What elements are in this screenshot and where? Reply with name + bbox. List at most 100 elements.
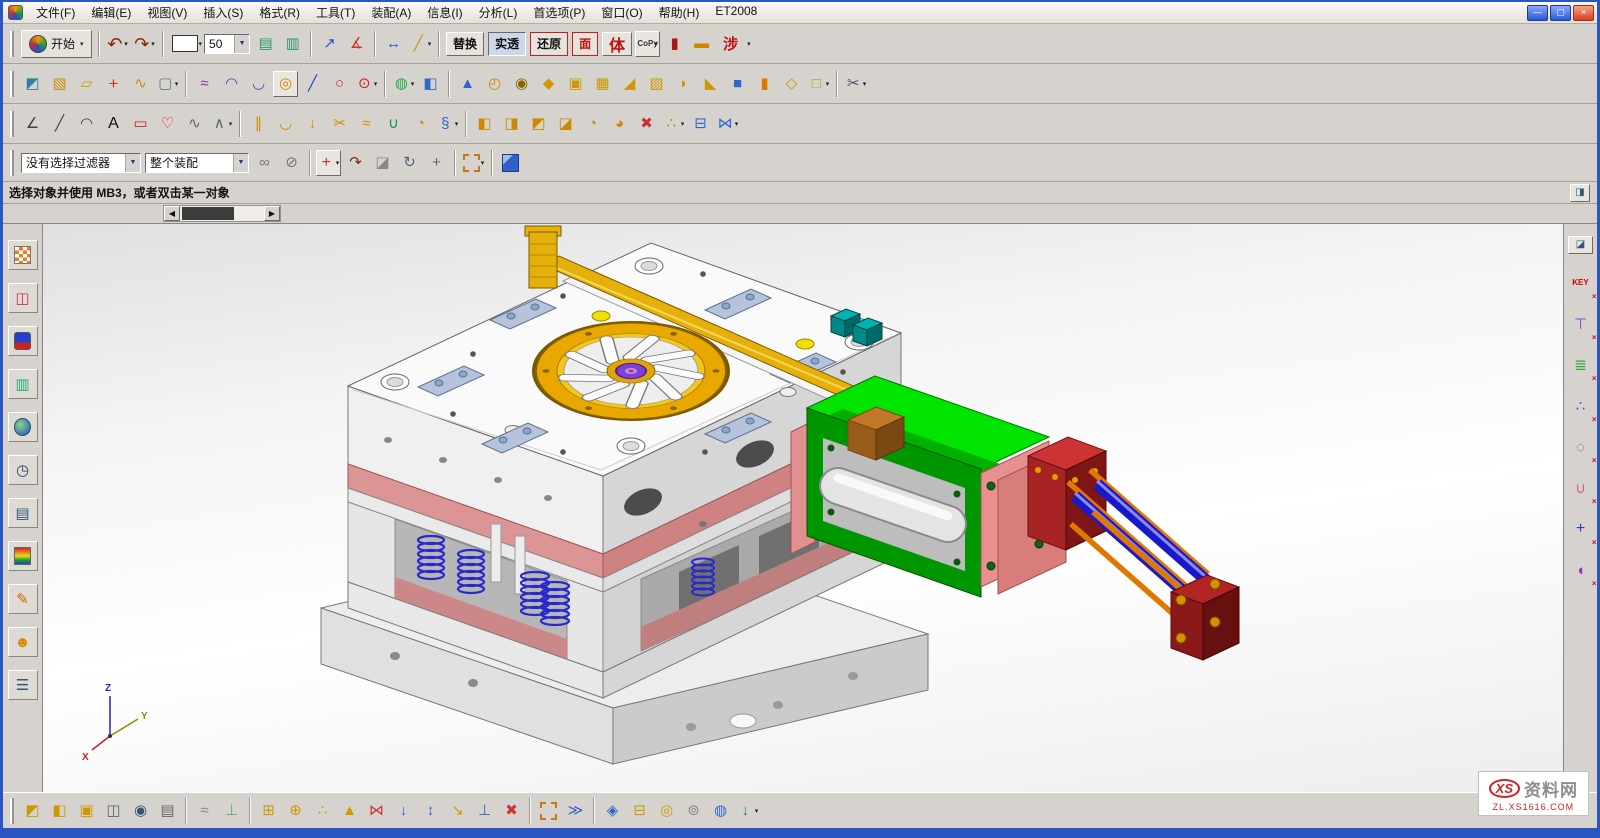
helix-icon[interactable]: §▾ [435, 111, 460, 137]
promote-body-icon[interactable]: ▲ [337, 798, 362, 824]
roles-icon[interactable]: ☻ [8, 627, 38, 657]
extrude-icon[interactable]: ▲ [455, 71, 480, 97]
web-browser-icon[interactable] [8, 412, 38, 442]
measure-vector-icon[interactable]: ↗ [317, 31, 342, 57]
blend-icon[interactable]: ◗ [671, 71, 696, 97]
display-color-swatch[interactable] [172, 35, 198, 52]
assembly-constraints-icon[interactable]: ⊥ [472, 798, 497, 824]
layer-stack-icon[interactable]: ▤ [253, 31, 278, 57]
resource-toggle-button[interactable]: ◪ [1568, 236, 1593, 254]
open-component-icon[interactable]: ◧ [47, 798, 72, 824]
start-caret[interactable]: ▾ [80, 40, 84, 48]
new-component-icon[interactable]: ⊕ [283, 798, 308, 824]
touch-mode-icon[interactable]: ☰ [8, 670, 38, 700]
part-shape-icon[interactable]: ◖× [1568, 558, 1594, 582]
menu-item-insert[interactable]: 插入(S) [195, 2, 251, 23]
cylinder-icon[interactable]: ▮ [752, 71, 777, 97]
scroll-thumb[interactable] [182, 207, 234, 220]
interference-caret[interactable]: ▾ [747, 40, 751, 48]
rotate-view-icon[interactable]: ↷ [343, 150, 368, 176]
toolbar-grip[interactable] [10, 111, 15, 137]
close-button[interactable]: × [1573, 5, 1594, 21]
component-preview-icon[interactable]: ◉ [128, 798, 153, 824]
menu-item-edit[interactable]: 编辑(E) [83, 2, 139, 23]
classify-icon[interactable]: ▤ [155, 798, 180, 824]
app-icon[interactable] [8, 5, 23, 20]
first-aid-icon-close[interactable]: × [1592, 538, 1597, 547]
rect-select-icon-caret[interactable]: ▾ [481, 159, 485, 167]
graphics-viewport[interactable]: Z Y X [43, 224, 1563, 792]
draft-icon[interactable]: ◢ [617, 71, 642, 97]
translucent-button[interactable]: 实透 [488, 32, 526, 56]
rectangle-icon[interactable]: ▭ [128, 111, 153, 137]
no-link-icon[interactable]: ⊘ [279, 150, 304, 176]
face-button[interactable]: 面 [572, 32, 598, 56]
pad-icon[interactable]: ▦ [590, 71, 615, 97]
sample-tube-icon-close[interactable]: × [1592, 497, 1597, 506]
cross-section-icon[interactable]: ⊟ [688, 111, 713, 137]
part-shape-icon-close[interactable]: × [1592, 579, 1597, 588]
interference-icon[interactable]: ◈ [600, 798, 625, 824]
menu-item-et2008[interactable]: ET2008 [707, 2, 765, 23]
move-face-icon[interactable]: ◧ [472, 111, 497, 137]
mirror-face-icon[interactable]: ⋈▾ [715, 111, 740, 137]
constraint-navigator-icon[interactable]: ◫ [8, 283, 38, 313]
component-window-icon[interactable]: ▣ [74, 798, 99, 824]
fit-curve-icon[interactable]: ∿ [182, 111, 207, 137]
mirror-assembly-icon[interactable]: ⋈ [364, 798, 389, 824]
join-curve-icon[interactable]: ∪ [381, 111, 406, 137]
clearance-icon[interactable]: ⊟ [627, 798, 652, 824]
measure-distance-icon[interactable]: ↔ [381, 31, 406, 57]
resize-blend-icon[interactable]: ◔ [580, 111, 605, 137]
reuse-library-icon[interactable]: ▥ [8, 369, 38, 399]
intersect-icon[interactable]: ◧ [418, 71, 443, 97]
start-button[interactable]: 开始 ▾ [21, 30, 92, 58]
ruler-icon[interactable]: ╱▾ [408, 31, 433, 57]
locating-ring[interactable] [532, 321, 730, 421]
pattern-face-icon[interactable]: ∴▾ [661, 111, 686, 137]
measure-icon[interactable]: ⊥ [219, 798, 244, 824]
replace-button[interactable]: 替换 [446, 32, 484, 56]
replace-face-icon[interactable]: ◪ [553, 111, 578, 137]
circle-icon[interactable]: ○ [327, 71, 352, 97]
orbit-icon[interactable]: ↻ [397, 150, 422, 176]
work-layer-field[interactable]: 50 ▼ [204, 34, 250, 54]
body-button[interactable]: 体 [602, 32, 632, 56]
minimize-button[interactable]: — [1527, 5, 1548, 21]
arc-curve-icon[interactable]: ◠ [219, 71, 244, 97]
block-icon-caret[interactable]: ▾ [826, 80, 830, 88]
pin-tool-icon-close[interactable]: × [1592, 333, 1597, 342]
menu-item-file[interactable]: 文件(F) [28, 2, 83, 23]
mirror-face-icon-caret[interactable]: ▾ [735, 120, 739, 128]
trim-body-icon[interactable]: ✂▾ [843, 71, 868, 97]
trim-body-icon-caret[interactable]: ▾ [863, 80, 867, 88]
color-caret[interactable]: ▾ [199, 40, 203, 48]
sphere-group-icon[interactable]: ∴× [1568, 394, 1594, 418]
selection-scope-combo[interactable]: 整个装配 ▼ [145, 153, 249, 173]
shell-icon[interactable]: ▨ [644, 71, 669, 97]
move-component-icon[interactable]: ↘ [445, 798, 470, 824]
patch-body-icon[interactable]: ▬ [689, 31, 714, 57]
undo-icon-caret[interactable]: ▾ [124, 40, 128, 48]
section-curve-icon[interactable]: ≈ [354, 111, 379, 137]
datum-plane-icon[interactable]: ▱ [74, 71, 99, 97]
unite-icon-caret[interactable]: ▾ [411, 80, 415, 88]
pin-tool-icon[interactable]: ⊤× [1568, 312, 1594, 336]
shaded-wedge-icon[interactable]: ◪ [370, 150, 395, 176]
toolbar-grip[interactable] [10, 31, 15, 57]
exploded-view-icon[interactable] [536, 798, 561, 824]
visualization-icon[interactable]: ✎ [8, 584, 38, 614]
offset-curve-icon[interactable]: ∥ [246, 111, 271, 137]
wrap-curve-icon[interactable]: ◔ [408, 111, 433, 137]
undo-icon[interactable]: ↶▾ [105, 31, 130, 57]
arrangements-icon[interactable]: ↓▾ [735, 798, 760, 824]
reorder-blend-icon[interactable]: ◕ [607, 111, 632, 137]
capsule-stack-icon-close[interactable]: × [1592, 374, 1597, 383]
pattern-component-icon[interactable]: ∴ [310, 798, 335, 824]
arc-icon[interactable]: ◠ [74, 111, 99, 137]
copy-face-button[interactable]: CoPy ▾ [635, 31, 660, 57]
redo-icon[interactable]: ↷▾ [132, 31, 157, 57]
first-aid-icon[interactable]: +× [1568, 517, 1594, 541]
hex-head-icon[interactable]: ◇ [779, 71, 804, 97]
snap-point-icon[interactable]: +▾ [316, 150, 341, 176]
